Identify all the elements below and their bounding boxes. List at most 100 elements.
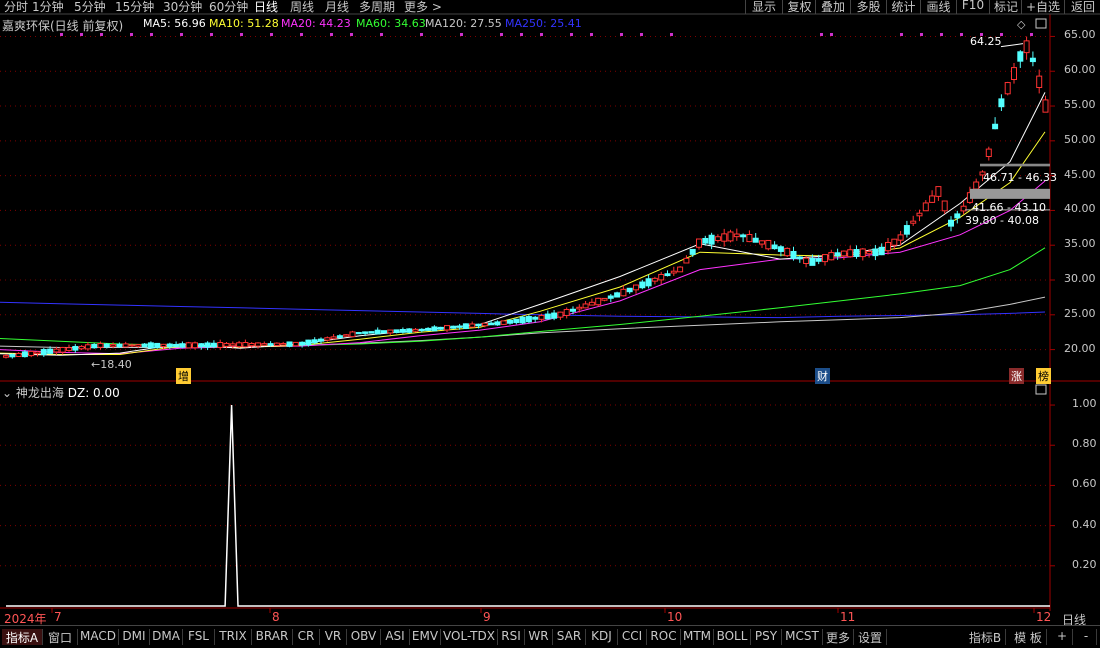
ytick-label-5: 45.00 <box>1064 167 1096 181</box>
indicator-collapse-icon[interactable]: ⌄ <box>2 386 12 400</box>
bottom-right-button-1[interactable]: 模 板 <box>1010 629 1047 645</box>
indicator-tab-3[interactable]: DMI <box>119 629 150 645</box>
signal-dot <box>240 33 243 36</box>
candle-body <box>973 181 980 190</box>
signal-dot <box>330 33 333 36</box>
candle-body <box>771 244 778 250</box>
candle-body <box>834 252 841 257</box>
indicator-tab-4[interactable]: DMA <box>150 629 183 645</box>
candle-body <box>173 343 180 347</box>
indicator-tab-10[interactable]: OBV <box>347 629 381 645</box>
indicator-tab-8[interactable]: CR <box>293 629 320 645</box>
signal-dot <box>920 33 923 36</box>
candle-body <box>847 249 854 258</box>
candle-body <box>727 231 734 242</box>
indicator-tab-23[interactable]: MCST <box>782 629 823 645</box>
indicator-tab-21[interactable]: BOLL <box>714 629 751 645</box>
indicator-tab-19[interactable]: ROC <box>647 629 681 645</box>
indicator-tab-22[interactable]: PSY <box>751 629 782 645</box>
indicator-tab-25[interactable]: 设置 <box>854 629 887 645</box>
candle-body <box>374 329 381 335</box>
sub-ytick-label-0: 1.00 <box>1072 397 1097 411</box>
candle-body <box>601 297 608 301</box>
candle-body <box>1004 82 1011 95</box>
indicator-tab-24[interactable]: 更多 <box>823 629 854 645</box>
candle-body <box>872 248 879 257</box>
candle-body <box>185 342 192 349</box>
signal-dot <box>960 33 963 36</box>
candle-body <box>34 351 41 355</box>
indicator-tab-15[interactable]: WR <box>525 629 553 645</box>
indicator-tab-20[interactable]: MTM <box>681 629 714 645</box>
candle-body <box>582 303 589 309</box>
marker-increase[interactable]: 增 <box>176 368 191 384</box>
candle-body <box>494 321 501 326</box>
indicator-tab-0[interactable]: 指标A <box>2 629 43 645</box>
candle-body <box>462 323 469 329</box>
bottom-right-button-0[interactable]: 指标B <box>965 629 1006 645</box>
candle-body <box>223 342 230 347</box>
candle-body <box>179 343 186 348</box>
candle-body <box>1029 57 1036 63</box>
indicator-tab-13[interactable]: VOL-TDX <box>441 629 498 645</box>
signal-dot <box>180 33 183 36</box>
indicator-tab-2[interactable]: MACD <box>78 629 119 645</box>
candle-body <box>992 123 999 130</box>
marker-limit-up[interactable]: 涨 <box>1009 368 1024 384</box>
candle-body <box>683 257 690 264</box>
ma-legend-item-5: MA250: 25.41 <box>505 17 582 30</box>
candle-body <box>336 335 343 339</box>
candle-body <box>803 257 810 264</box>
indicator-title: ⌄ 神龙出海 DZ: 0.00 <box>2 384 120 401</box>
indicator-tab-6[interactable]: TRIX <box>215 629 252 645</box>
diamond-icon: ◇ <box>1017 18 1026 31</box>
signal-dot <box>210 33 213 36</box>
indicator-tab-9[interactable]: VR <box>320 629 347 645</box>
indicator-tab-1[interactable]: 窗口 <box>43 629 78 645</box>
candle-body <box>702 237 709 244</box>
candle-body <box>525 316 532 323</box>
candle-body <box>412 328 419 332</box>
candle-body <box>746 234 753 243</box>
indicator-tab-17[interactable]: KDJ <box>586 629 618 645</box>
candle-body <box>450 325 457 329</box>
indicator-tab-12[interactable]: EMV <box>410 629 441 645</box>
indicator-tab-11[interactable]: ASI <box>381 629 410 645</box>
ytick-label-3: 35.00 <box>1064 237 1096 251</box>
indicator-tab-14[interactable]: RSI <box>498 629 525 645</box>
candle-body <box>815 258 822 262</box>
candle-body <box>78 345 85 350</box>
candle-body <box>318 338 324 342</box>
bottom-right-button-3[interactable]: - <box>1076 629 1097 645</box>
marker-finance[interactable]: 财 <box>815 368 830 384</box>
indicator-tab-5[interactable]: FSL <box>183 629 215 645</box>
bottom-right-button-2[interactable]: + <box>1052 629 1073 645</box>
xtick-label-3: 9 <box>483 610 491 624</box>
ma-line-ma20 <box>0 180 1046 355</box>
candle-body <box>639 281 646 289</box>
candle-body <box>1017 51 1024 62</box>
signal-dot <box>620 33 623 36</box>
marker-list[interactable]: 榜 <box>1036 368 1051 384</box>
candle-body <box>110 344 117 347</box>
candle-body <box>1036 75 1043 89</box>
ma-legend-item-0: MA5: 56.96 <box>143 17 206 30</box>
indicator-tab-16[interactable]: SAR <box>553 629 586 645</box>
kline-chart[interactable]: ◇ <box>0 0 1100 647</box>
candle-body <box>9 354 16 358</box>
ytick-label-6: 50.00 <box>1064 132 1096 146</box>
candle-body <box>475 323 482 327</box>
candle-body <box>878 246 885 256</box>
indicator-value: DZ: 0.00 <box>67 386 120 400</box>
candle-body <box>633 284 639 291</box>
sub-ytick-label-3: 0.40 <box>1072 517 1097 531</box>
indicator-tab-7[interactable]: BRAR <box>252 629 293 645</box>
zone-label-1: 46.71 - 46.33 <box>983 171 1057 184</box>
signal-dot <box>150 33 153 36</box>
indicator-tab-18[interactable]: CCI <box>618 629 647 645</box>
candle-body <box>853 249 860 257</box>
ma-legend-item-2: MA20: 44.23 <box>281 17 351 30</box>
signal-dot <box>820 33 823 36</box>
zone-label-3: 39.80 - 40.08 <box>965 214 1039 227</box>
ma-legend-item-3: MA60: 34.63 <box>356 17 426 30</box>
